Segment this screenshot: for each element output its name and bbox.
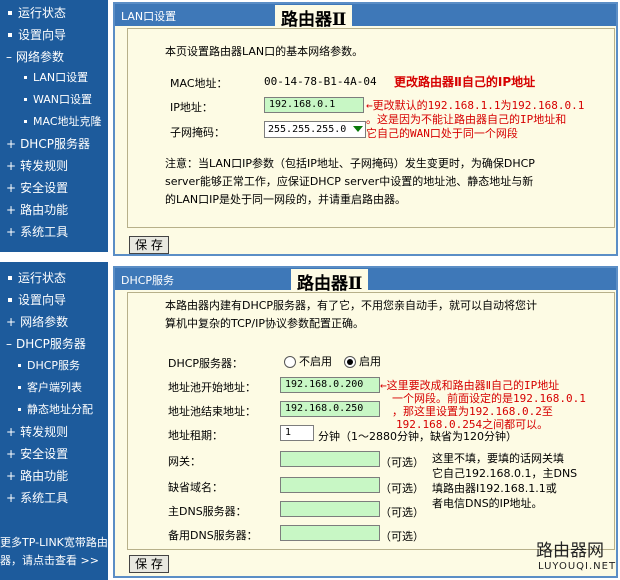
start-address-input[interactable]: 192.168.0.200: [280, 377, 380, 393]
sidebar-item-routing[interactable]: + 路由功能: [0, 200, 108, 220]
watermark-line1: 路由器网: [536, 541, 604, 561]
dhcp-annotation-line2: 一个网段。前面设定的是192.168.0.1: [392, 392, 586, 405]
sidebar-item-status[interactable]: 运行状态: [0, 268, 108, 288]
annotation-line3: 它自己的WAN口处于同一个网段: [366, 127, 518, 140]
sidebar-item-forwarding[interactable]: + 转发规则: [0, 156, 108, 176]
note-line2: server能够正常工作，应保证DHCP server中设置的地址池、静态地址与…: [165, 175, 534, 188]
dns-note-line1: 这里不填，要填的话网关填: [432, 452, 564, 465]
sidebar-item-security[interactable]: + 安全设置: [0, 178, 108, 198]
intro-line2: 算机中复杂的TCP/IP协议参数配置正确。: [165, 317, 364, 330]
dhcp-save-button[interactable]: 保 存: [129, 555, 169, 573]
domain-optional: （可选）: [380, 482, 424, 495]
router-ii-title: 路由器Ⅱ: [291, 269, 369, 294]
promo-line2: 器，请点击查看 >>: [0, 554, 99, 567]
dns2-optional: （可选）: [380, 530, 424, 543]
dhcp-form-area: 本路由器内建有DHCP服务器，有了它，不用您亲自动手，就可以自动将您计 算机中复…: [127, 292, 615, 550]
note-line3: 的LAN口IP是处于同一网段的，并请重启路由器。: [165, 193, 407, 206]
lan-intro-text: 本页设置路由器LAN口的基本网络参数。: [165, 45, 364, 58]
promo-link[interactable]: 更多TP-LINK宽带路由 器，请点击查看 >>: [0, 534, 108, 570]
router-ii-title: 路由器Ⅱ: [275, 5, 353, 30]
ip-label: IP地址：: [170, 101, 213, 114]
end-address-label: 地址池结束地址：: [168, 405, 256, 418]
mac-value: 00-14-78-B1-4A-04: [264, 75, 377, 88]
dhcp-annotation-line3: ，那这里设置为192.168.0.2至: [392, 405, 553, 418]
top-sidebar: 运行状态 设置向导 – 网络参数 LAN口设置 WAN口设置 MAC地址克隆 + D…: [0, 0, 108, 252]
mask-value: 255.255.255.0: [268, 124, 347, 135]
radio-enable-label: 启用: [359, 355, 381, 368]
lan-settings-panel: LAN口设置 路由器Ⅱ 本页设置路由器LAN口的基本网络参数。 MAC地址： 0…: [113, 2, 618, 256]
sidebar-item-dhcp[interactable]: – DHCP服务器: [0, 334, 108, 354]
mask-select[interactable]: 255.255.255.0: [264, 121, 366, 138]
sidebar-item-lan[interactable]: LAN口设置: [0, 68, 108, 88]
dns-note-line3: 填路由器Ⅰ192.168.1.1或: [432, 482, 557, 495]
dhcp-server-label: DHCP服务器：: [168, 357, 244, 370]
dhcp-annotation-line1: ←这里要改成和路由器Ⅱ自己的IP地址: [380, 379, 560, 392]
radio-disable[interactable]: 不启用: [284, 353, 332, 369]
lan-form-area: 本页设置路由器LAN口的基本网络参数。 MAC地址： 00-14-78-B1-4…: [127, 28, 615, 228]
sidebar-item-mac-clone[interactable]: MAC地址克隆: [0, 112, 108, 132]
radio-disable-label: 不启用: [299, 355, 332, 368]
sidebar-item-wan[interactable]: WAN口设置: [0, 90, 108, 110]
sidebar-item-client-list[interactable]: 客户端列表: [0, 378, 108, 398]
gateway-label: 网关：: [168, 455, 201, 468]
watermark-logo: 路由器网 LUYOUQI.NET: [536, 536, 616, 572]
lease-unit: 分钟（1～2880分钟，缺省为120分钟）: [318, 430, 517, 443]
dhcp-intro: 本路由器内建有DHCP服务器，有了它，不用您亲自动手，就可以自动将您计 算机中复…: [165, 297, 537, 333]
mask-label: 子网掩码：: [170, 126, 225, 139]
note-line1: 注意：当LAN口IP参数（包括IP地址、子网掩码）发生变更时，为确保DHCP: [165, 157, 535, 170]
watermark-line2: LUYOUQI.NET: [538, 561, 617, 572]
dhcp-service-panel: DHCP服务 路由器Ⅱ 本路由器内建有DHCP服务器，有了它，不用您亲自动手，就…: [113, 266, 618, 578]
lan-panel-title: LAN口设置: [121, 10, 177, 23]
radio-off-icon: [284, 356, 296, 368]
gateway-input[interactable]: [280, 451, 380, 467]
dns1-optional: （可选）: [380, 506, 424, 519]
dns2-label: 备用DNS服务器：: [168, 529, 258, 542]
sidebar-item-network[interactable]: + 网络参数: [0, 312, 108, 332]
radio-on-icon: [344, 356, 356, 368]
start-address-label: 地址池开始地址：: [168, 381, 256, 394]
sidebar-item-wizard[interactable]: 设置向导: [0, 290, 108, 310]
annotation-line1: ←更改默认的192.168.1.1为192.168.0.1: [366, 99, 585, 112]
sidebar-item-security[interactable]: + 安全设置: [0, 444, 108, 464]
domain-input[interactable]: [280, 477, 380, 493]
sidebar-item-forwarding[interactable]: + 转发规则: [0, 422, 108, 442]
sidebar-item-static-address[interactable]: 静态地址分配: [0, 400, 108, 420]
radio-enable[interactable]: 启用: [344, 353, 381, 369]
sidebar-item-routing[interactable]: + 路由功能: [0, 466, 108, 486]
annotation-title: 更改路由器Ⅱ自己的IP地址: [394, 75, 536, 89]
dns1-input[interactable]: [280, 501, 380, 517]
lease-input[interactable]: 1: [280, 425, 314, 441]
sidebar-item-dhcp-service[interactable]: DHCP服务: [0, 356, 108, 376]
domain-label: 缺省域名：: [168, 481, 223, 494]
annotation-line2: 。这是因为不能让路由器自己的IP地址和: [366, 113, 567, 126]
sidebar-item-network[interactable]: – 网络参数: [0, 47, 108, 67]
dns2-input[interactable]: [280, 525, 380, 541]
lease-label: 地址租期：: [168, 429, 223, 442]
lan-save-button[interactable]: 保 存: [129, 236, 169, 254]
sidebar-item-tools[interactable]: + 系统工具: [0, 488, 108, 508]
dhcp-panel-header: DHCP服务 路由器Ⅱ: [115, 268, 616, 294]
dns-note-line4: 者电信DNS的IP地址。: [432, 497, 543, 510]
dhcp-panel-title: DHCP服务: [121, 274, 175, 287]
sidebar-item-tools[interactable]: + 系统工具: [0, 222, 108, 242]
sidebar-item-dhcp[interactable]: + DHCP服务器: [0, 134, 108, 154]
promo-line1: 更多TP-LINK宽带路由: [0, 536, 108, 549]
lan-note: 注意：当LAN口IP参数（包括IP地址、子网掩码）发生变更时，为确保DHCP s…: [165, 155, 535, 209]
dns-note-line2: 它自己192.168.0.1，主DNS: [432, 467, 578, 480]
end-address-input[interactable]: 192.168.0.250: [280, 401, 380, 417]
bottom-sidebar: 运行状态 设置向导 + 网络参数 – DHCP服务器 DHCP服务 客户端列表 静态…: [0, 262, 108, 580]
dropdown-arrow-icon: [353, 126, 363, 132]
intro-line1: 本路由器内建有DHCP服务器，有了它，不用您亲自动手，就可以自动将您计: [165, 299, 538, 312]
lan-panel-header: LAN口设置 路由器Ⅱ: [115, 4, 616, 30]
sidebar-item-wizard[interactable]: 设置向导: [0, 25, 108, 45]
gateway-optional: （可选）: [380, 456, 424, 469]
sidebar-item-status[interactable]: 运行状态: [0, 3, 108, 23]
mac-label: MAC地址：: [170, 77, 228, 90]
dns-note: 这里不填，要填的话网关填 它自己192.168.0.1，主DNS 填路由器Ⅰ19…: [432, 451, 577, 511]
ip-input[interactable]: 192.168.0.1: [264, 97, 364, 113]
dns1-label: 主DNS服务器：: [168, 505, 247, 518]
